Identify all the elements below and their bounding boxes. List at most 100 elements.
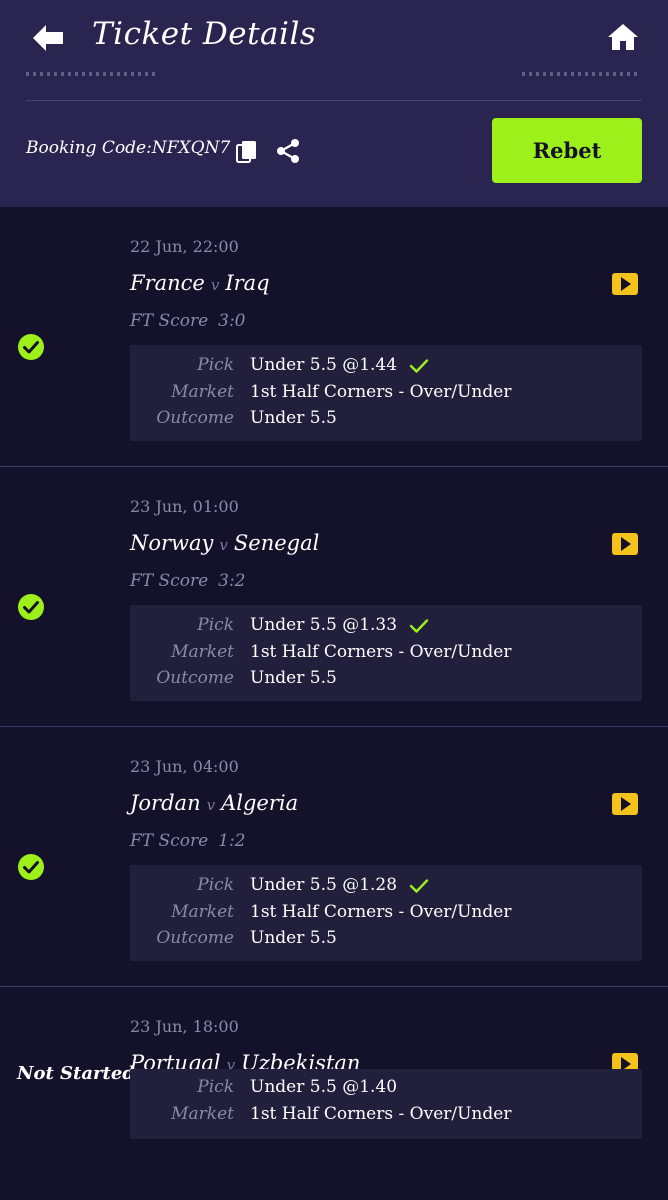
pick-value: Under 5.5 @1.44 [250,355,429,375]
pick-row: Pick Under 5.5 @1.28 [130,875,642,901]
clipped-summary-text [26,72,642,78]
outcome-value: Under 5.5 [250,928,337,948]
market-value: 1st Half Corners - Over/Under [250,1104,512,1124]
share-icon [277,139,299,163]
booking-code-label: Booking Code: [26,138,152,158]
ft-score-label: FT Score [130,571,209,591]
chevron-right-icon [621,537,631,551]
kickoff-time: 23 Jun, 18:00 [130,1017,239,1036]
match-item: 22 Jun, 22:00 France v Iraq FT Score 3:0 Pi… [0,207,668,467]
outcome-value: Under 5.5 [250,408,337,428]
market-label: Market [171,642,234,662]
pick-label: Pick [197,355,234,375]
away-team: Iraq [225,271,270,295]
outcome-label: Outcome [156,408,234,428]
versus: v [210,276,220,294]
pick-label: Pick [197,1077,234,1097]
ft-score-value: 3:2 [218,571,246,591]
market-value: 1st Half Corners - Over/Under [250,902,512,922]
pick-value: Under 5.5 @1.33 [250,615,429,635]
versus: v [219,536,228,554]
market-label: Market [171,902,234,922]
market-value: 1st Half Corners - Over/Under [250,382,512,402]
market-row: Market 1st Half Corners - Over/Under [130,1104,642,1130]
pick-text: Under 5.5 @1.44 [250,355,398,375]
outcome-row: Outcome Under 5.5 [130,928,642,954]
match-teams: Jordan v Algeria [130,791,298,815]
check-circle-icon [18,594,44,620]
versus: v [206,796,216,814]
back-button[interactable] [28,20,68,56]
pick-label: Pick [197,875,234,895]
page-title: Ticket Details [92,16,317,52]
match-item: 23 Jun, 01:00 Norway v Senegal FT Score 3:2… [0,467,668,727]
status-badge: Not Started [17,1063,135,1084]
pick-details: Pick Under 5.5 @1.33 Market 1st Half Cor… [130,605,642,701]
home-button[interactable] [604,18,642,56]
market-row: Market 1st Half Corners - Over/Under [130,902,642,928]
away-team: Algeria [221,791,299,815]
check-icon [409,878,429,893]
home-team: Norway [130,531,214,555]
check-circle-icon [18,854,44,880]
pick-row: Pick Under 5.5 @1.33 [130,615,642,641]
booking-code-value: NFXQN7 [151,138,231,158]
ft-score: FT Score 1:2 [130,831,246,851]
kickoff-time: 23 Jun, 04:00 [130,757,239,776]
pick-text: Under 5.5 @1.33 [250,615,398,635]
match-item: 23 Jun, 04:00 Jordan v Algeria FT Score 1:2… [0,727,668,987]
expand-button[interactable] [612,533,638,555]
pick-details: Pick Under 5.5 @1.28 Market 1st Half Cor… [130,865,642,961]
home-team: France [130,271,205,295]
selection-list: 22 Jun, 22:00 France v Iraq FT Score 3:0 Pi… [0,207,668,1200]
match-item: Not Started 23 Jun, 18:00 Portugal v Uzbek… [0,987,668,1200]
pick-row: Pick Under 5.5 @1.44 [130,355,642,381]
pick-value: Under 5.5 @1.40 [250,1077,398,1097]
market-row: Market 1st Half Corners - Over/Under [130,382,642,408]
ft-score-value: 3:0 [218,311,246,331]
copy-icon [236,141,256,163]
market-value: 1st Half Corners - Over/Under [250,642,512,662]
ticket-summary: Booking Code: NFXQN7 Rebet [0,72,668,207]
market-row: Market 1st Half Corners - Over/Under [130,642,642,668]
chevron-right-icon [621,277,631,291]
kickoff-time: 22 Jun, 22:00 [130,237,239,256]
arrow-left-icon [33,25,63,51]
ft-score-label: FT Score [130,311,209,331]
market-label: Market [171,1104,234,1124]
booking-code: Booking Code: NFXQN7 [26,138,230,158]
home-team: Jordan [130,791,201,815]
match-teams: Norway v Senegal [130,531,319,555]
match-teams: France v Iraq [130,271,270,295]
away-team: Senegal [233,531,320,555]
pick-details: Pick Under 5.5 @1.40 Market 1st Half Cor… [130,1069,642,1139]
home-icon [608,24,638,50]
app-header: Ticket Details [0,0,668,72]
ft-score: FT Score 3:0 [130,311,246,331]
check-icon [409,618,429,633]
check-icon [409,358,429,373]
outcome-row: Outcome Under 5.5 [130,408,642,434]
chevron-right-icon [621,797,631,811]
pick-text: Under 5.5 @1.28 [250,875,398,895]
share-button[interactable] [275,138,301,164]
pick-value: Under 5.5 @1.28 [250,875,429,895]
divider [26,100,642,101]
check-circle-icon [18,334,44,360]
ft-score-label: FT Score [130,831,209,851]
outcome-value: Under 5.5 [250,668,337,688]
pick-label: Pick [197,615,234,635]
expand-button[interactable] [612,793,638,815]
copy-button[interactable] [236,140,258,164]
outcome-row: Outcome Under 5.5 [130,668,642,694]
expand-button[interactable] [612,273,638,295]
kickoff-time: 23 Jun, 01:00 [130,497,239,516]
ft-score: FT Score 3:2 [130,571,246,591]
pick-details: Pick Under 5.5 @1.44 Market 1st Half Cor… [130,345,642,441]
market-label: Market [171,382,234,402]
outcome-label: Outcome [156,928,234,948]
rebet-button[interactable]: Rebet [492,118,642,183]
pick-row: Pick Under 5.5 @1.40 [130,1077,642,1103]
ft-score-value: 1:2 [218,831,246,851]
outcome-label: Outcome [156,668,234,688]
